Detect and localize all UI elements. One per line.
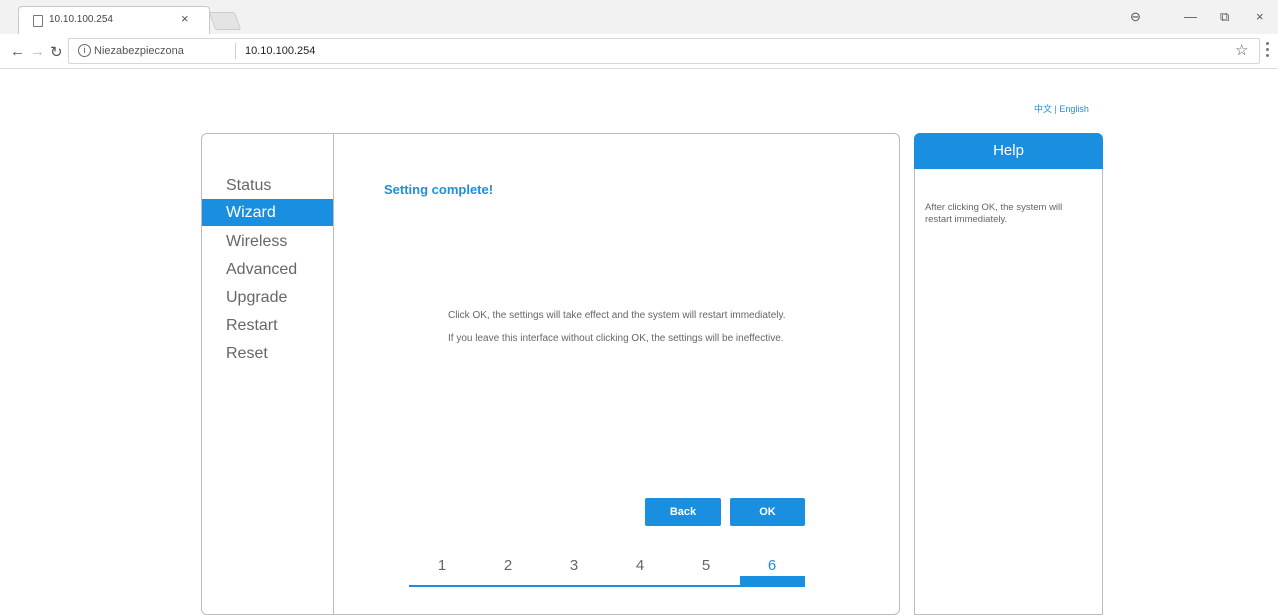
browser-tab[interactable]: 10.10.100.254 ×	[18, 6, 210, 35]
info-icon[interactable]: i	[78, 44, 91, 57]
sidebar-item-wizard[interactable]: Wizard	[202, 199, 333, 226]
tab-close-icon[interactable]: ×	[181, 11, 189, 26]
browser-menu-icon[interactable]	[1266, 40, 1270, 60]
back-button[interactable]: Back	[645, 498, 721, 526]
sidebar-item-wireless[interactable]: Wireless	[202, 228, 333, 255]
main-panel: Status Wizard Wireless Advanced Upgrade …	[201, 133, 900, 615]
star-icon[interactable]: ☆	[1235, 41, 1248, 59]
browser-tab-strip: 10.10.100.254 × ⊖ — ⧉ ×	[0, 0, 1278, 35]
message-leave-warning: If you leave this interface without clic…	[448, 333, 784, 344]
current-step-marker	[740, 576, 805, 587]
lang-chinese-link[interactable]: 中文	[1034, 104, 1052, 114]
forward-arrow-icon[interactable]: →	[30, 43, 45, 60]
step-2: 2	[503, 557, 513, 574]
security-label[interactable]: Niezabezpieczona	[94, 45, 184, 57]
back-arrow-icon[interactable]: ←	[10, 43, 25, 60]
sidebar-item-advanced[interactable]: Advanced	[202, 256, 333, 283]
restore-button[interactable]: ⧉	[1220, 9, 1229, 25]
reload-icon[interactable]: ↻	[50, 43, 63, 61]
url-separator	[235, 43, 236, 59]
page-title: Setting complete!	[384, 182, 494, 197]
step-5: 5	[701, 557, 711, 574]
language-switch: 中文 | English	[1034, 102, 1089, 115]
ok-button[interactable]: OK	[730, 498, 805, 526]
lang-english-link[interactable]: English	[1059, 104, 1089, 114]
new-tab-button[interactable]	[208, 12, 242, 30]
account-icon[interactable]: ⊖	[1130, 9, 1141, 25]
browser-toolbar: ← → ↻ i Niezabezpieczona 10.10.100.254 ☆	[0, 34, 1278, 69]
complete-message: Click OK, the settings will take effect …	[448, 310, 818, 356]
minimize-button[interactable]: —	[1184, 9, 1197, 24]
step-1: 1	[437, 557, 447, 574]
help-title: Help	[914, 133, 1103, 169]
step-4: 4	[635, 557, 645, 574]
step-3: 3	[569, 557, 579, 574]
message-ok-info: Click OK, the settings will take effect …	[448, 310, 786, 321]
page-icon	[33, 15, 43, 27]
sidebar-item-restart[interactable]: Restart	[202, 312, 333, 339]
tab-title: 10.10.100.254	[49, 14, 113, 25]
step-6: 6	[767, 557, 777, 574]
sidebar-item-reset[interactable]: Reset	[202, 340, 333, 367]
sidebar-item-upgrade[interactable]: Upgrade	[202, 284, 333, 311]
close-window-button[interactable]: ×	[1256, 9, 1264, 24]
sidebar-item-status[interactable]: Status	[202, 172, 333, 199]
help-panel: Help After clicking OK, the system will …	[914, 133, 1103, 615]
help-text: After clicking OK, the system will resta…	[925, 202, 1063, 225]
address-bar[interactable]: i Niezabezpieczona 10.10.100.254 ☆	[68, 38, 1260, 64]
url-text[interactable]: 10.10.100.254	[245, 45, 315, 57]
sidebar-menu: Status Wizard Wireless Advanced Upgrade …	[202, 134, 334, 614]
